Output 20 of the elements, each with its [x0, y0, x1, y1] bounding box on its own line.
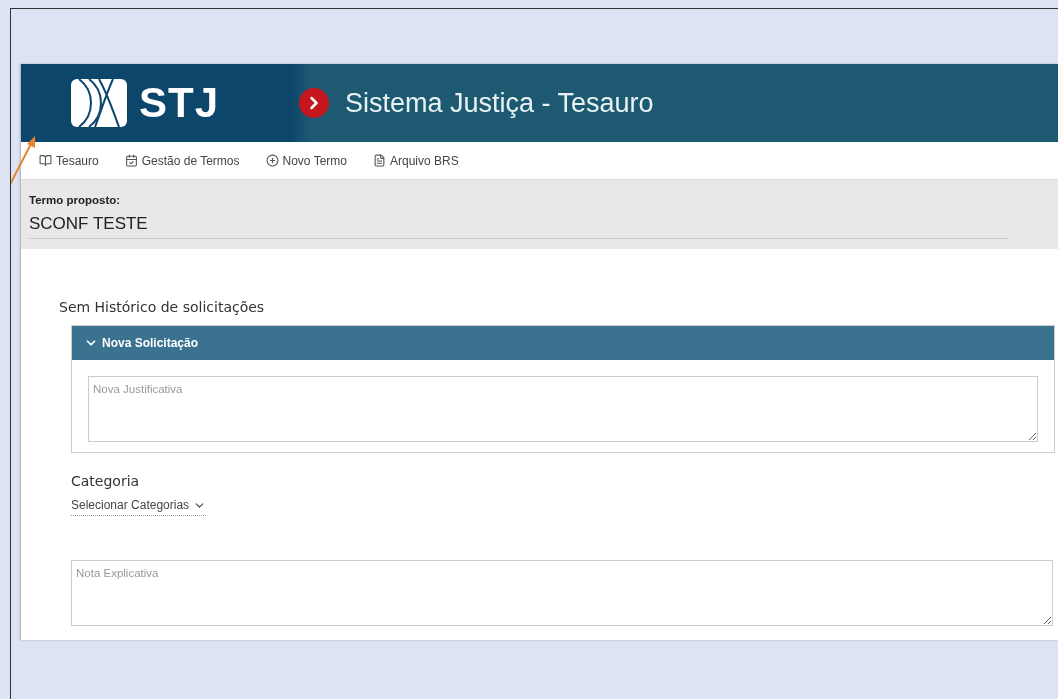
- app-title: Sistema Justiça - Tesauro: [345, 87, 654, 119]
- nav-link[interactable]: Arquivo BRS: [373, 153, 459, 168]
- history-note: Sem Histórico de solicitações: [59, 299, 266, 315]
- book-icon: [39, 154, 52, 167]
- file-icon: [373, 154, 386, 167]
- nav-link[interactable]: Tesauro: [39, 153, 99, 168]
- panel-header[interactable]: Nova Solicitação: [72, 326, 1054, 360]
- logo-text: STJ: [139, 79, 220, 127]
- field-label: Termo proposto:: [29, 194, 122, 206]
- justification-field[interactable]: Nova Justificativa: [88, 376, 1038, 442]
- category-label: Categoria: [71, 473, 141, 489]
- calendar-icon: [124, 154, 138, 167]
- logo-icon: [69, 77, 129, 129]
- category-dropdown[interactable]: Selecionar Categorias: [71, 498, 207, 516]
- proposed-term-value: SCONF TESTE: [29, 214, 1009, 239]
- nav-link[interactable]: Gestão de Termos: [124, 153, 240, 168]
- note-field[interactable]: Nota Explicativa: [71, 560, 1053, 626]
- nav-link[interactable]: Novo Termo: [265, 153, 347, 168]
- chevron-right-icon: [299, 88, 329, 118]
- plus-icon: [265, 154, 279, 167]
